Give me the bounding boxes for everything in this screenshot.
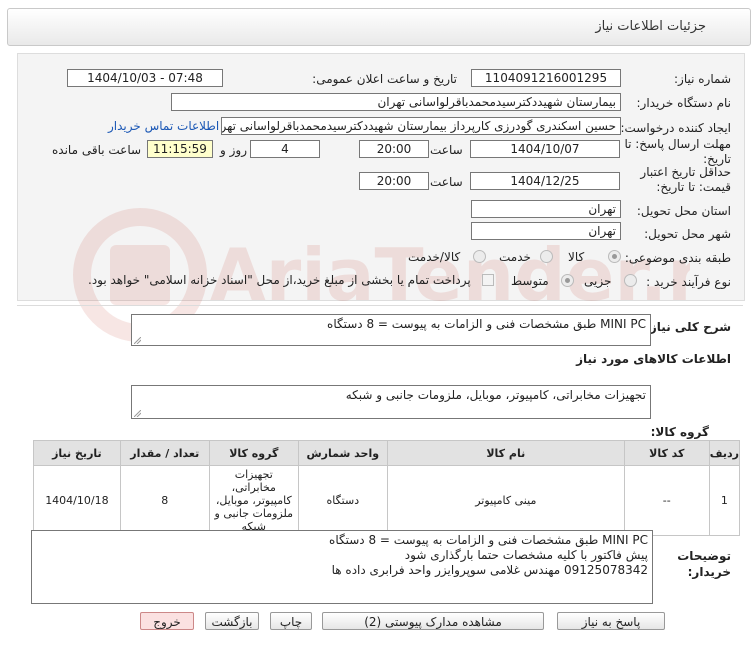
col-goods-group: گروه کالا <box>208 440 299 466</box>
cell-need-date: 1404/10/18 <box>33 465 121 536</box>
announce-date-field: 1404/10/03 - 07:48 <box>67 69 223 87</box>
deadline-time-field: 20:00 <box>359 140 429 158</box>
deadline-date-field: 1404/10/07 <box>470 140 620 158</box>
buyer-org-label: نام دستگاه خریدار: <box>636 96 732 110</box>
treasury-payment-checkbox[interactable] <box>482 274 494 286</box>
cell-row-number: 1 <box>708 465 741 536</box>
category-both-radio[interactable] <box>473 250 486 263</box>
province-label: استان محل تحویل: <box>636 204 731 218</box>
validity-date-field: 1404/12/25 <box>470 172 620 190</box>
process-partial-radio[interactable] <box>624 274 637 287</box>
treasury-payment-note: پرداخت تمام یا بخشی از مبلغ خرید،از محل … <box>88 273 471 287</box>
resize-grip-icon[interactable] <box>134 337 141 344</box>
city-label: شهر محل تحویل: <box>644 227 731 241</box>
category-goods-radio[interactable] <box>608 250 621 263</box>
deadline-label: مهلت ارسال پاسخ: تا تاریخ: <box>624 137 731 166</box>
province-field: تهران <box>471 200 621 218</box>
days-label: روز و <box>220 143 247 157</box>
buyer-notes-label: توضیحات خریدار: <box>677 549 731 579</box>
category-label: طبقه بندی موضوعی: <box>624 251 731 265</box>
notes-line: 09125078342 مهندس غلامی سوپروایزر واحد ف… <box>331 563 648 577</box>
goods-group-label: گروه کالا: <box>650 425 709 439</box>
goods-table-header: ردیف کد کالا نام کالا واحد شمارش گروه کا… <box>33 440 741 466</box>
window-titlebar: جزئیات اطلاعات نیاز <box>7 8 751 46</box>
buyer-org-field: بیمارستان شهیددکترسیدمحمدباقرلواسانی تهر… <box>171 93 621 111</box>
col-row-number: ردیف <box>708 440 741 466</box>
back-button[interactable]: بازگشت <box>205 612 259 630</box>
resize-grip-icon[interactable] <box>134 410 141 417</box>
creator-label: ایجاد کننده درخواست: <box>620 121 731 135</box>
announce-label: تاریخ و ساعت اعلان عمومی: <box>312 72 457 86</box>
notes-line: MINI PC طبق مشخصات فنی و الزامات به پیوس… <box>329 533 648 547</box>
attachments-button[interactable]: مشاهده مدارک پیوستی (2) <box>322 612 544 630</box>
category-service-label: خدمت <box>499 250 531 264</box>
goods-group-textarea[interactable]: تجهیزات مخابراتی، کامپیوتر، موبایل، ملزو… <box>131 385 651 419</box>
category-goods-label: کالا <box>568 250 585 264</box>
cell-item-code: -- <box>623 465 710 536</box>
need-number-label: شماره نیاز: <box>674 72 731 86</box>
col-item-name: نام کالا <box>386 440 625 466</box>
col-unit: واحد شمارش <box>297 440 388 466</box>
remaining-time-field: 11:15:59 <box>147 140 213 158</box>
cell-item-name: مینی کامپیوتر <box>386 465 625 536</box>
col-quantity: تعداد / مقدار <box>119 440 210 466</box>
creator-field: حسین اسکندری گودرزی کارپرداز بیمارستان ش… <box>221 117 621 135</box>
remaining-time-label: ساعت باقی مانده <box>52 143 142 157</box>
need-number-field: 1104091216001295 <box>471 69 621 87</box>
process-medium-radio[interactable] <box>561 274 574 287</box>
exit-button[interactable]: خروج <box>140 612 194 630</box>
validity-time-field: 20:00 <box>359 172 429 190</box>
goods-group-text: تجهیزات مخابراتی، کامپیوتر، موبایل، ملزو… <box>345 388 646 402</box>
summary-textarea[interactable]: MINI PC طبق مشخصات فنی و الزامات به پیوس… <box>131 314 651 346</box>
summary-label: شرح کلی نیاز: <box>645 320 731 334</box>
city-field: تهران <box>471 222 621 240</box>
process-partial-label: جزیی <box>584 274 612 288</box>
cell-goods-group: تجهیزات مخابراتی، کامپیوتر، موبایل، ملزو… <box>208 465 299 536</box>
category-service-radio[interactable] <box>540 250 553 263</box>
validity-label: حداقل تاریخ اعتبار قیمت: تا تاریخ: <box>640 165 731 194</box>
buyer-contact-link[interactable]: اطلاعات تماس خریدار <box>108 119 219 133</box>
validity-time-label: ساعت <box>430 175 463 189</box>
buyer-notes-textarea[interactable]: MINI PC طبق مشخصات فنی و الزامات به پیوس… <box>31 530 653 604</box>
col-item-code: کد کالا <box>623 440 710 466</box>
summary-text: MINI PC طبق مشخصات فنی و الزامات به پیوس… <box>327 317 646 331</box>
process-medium-label: متوسط <box>511 274 549 288</box>
process-label: نوع فرآیند خرید : <box>646 275 731 289</box>
category-both-label: کالا/خدمت <box>408 250 461 264</box>
print-button[interactable]: چاپ <box>270 612 312 630</box>
cell-unit: دستگاه <box>297 465 388 536</box>
col-need-date: تاریخ نیاز <box>33 440 121 466</box>
notes-line: پیش فاکتور با کلیه مشخصات حتما بارگذاری … <box>404 548 648 562</box>
goods-section-title: اطلاعات کالاهای مورد نیاز <box>576 352 731 366</box>
divider <box>17 305 743 306</box>
goods-table: ردیف کد کالا نام کالا واحد شمارش گروه کا… <box>33 440 741 536</box>
cell-quantity: 8 <box>119 465 210 536</box>
deadline-time-label: ساعت <box>430 143 463 157</box>
table-row: 1 -- مینی کامپیوتر دستگاه تجهیزات مخابرا… <box>33 465 741 536</box>
days-remaining-field: 4 <box>250 140 320 158</box>
reply-button[interactable]: پاسخ به نیاز <box>557 612 665 630</box>
page-title: جزئیات اطلاعات نیاز <box>595 19 706 34</box>
